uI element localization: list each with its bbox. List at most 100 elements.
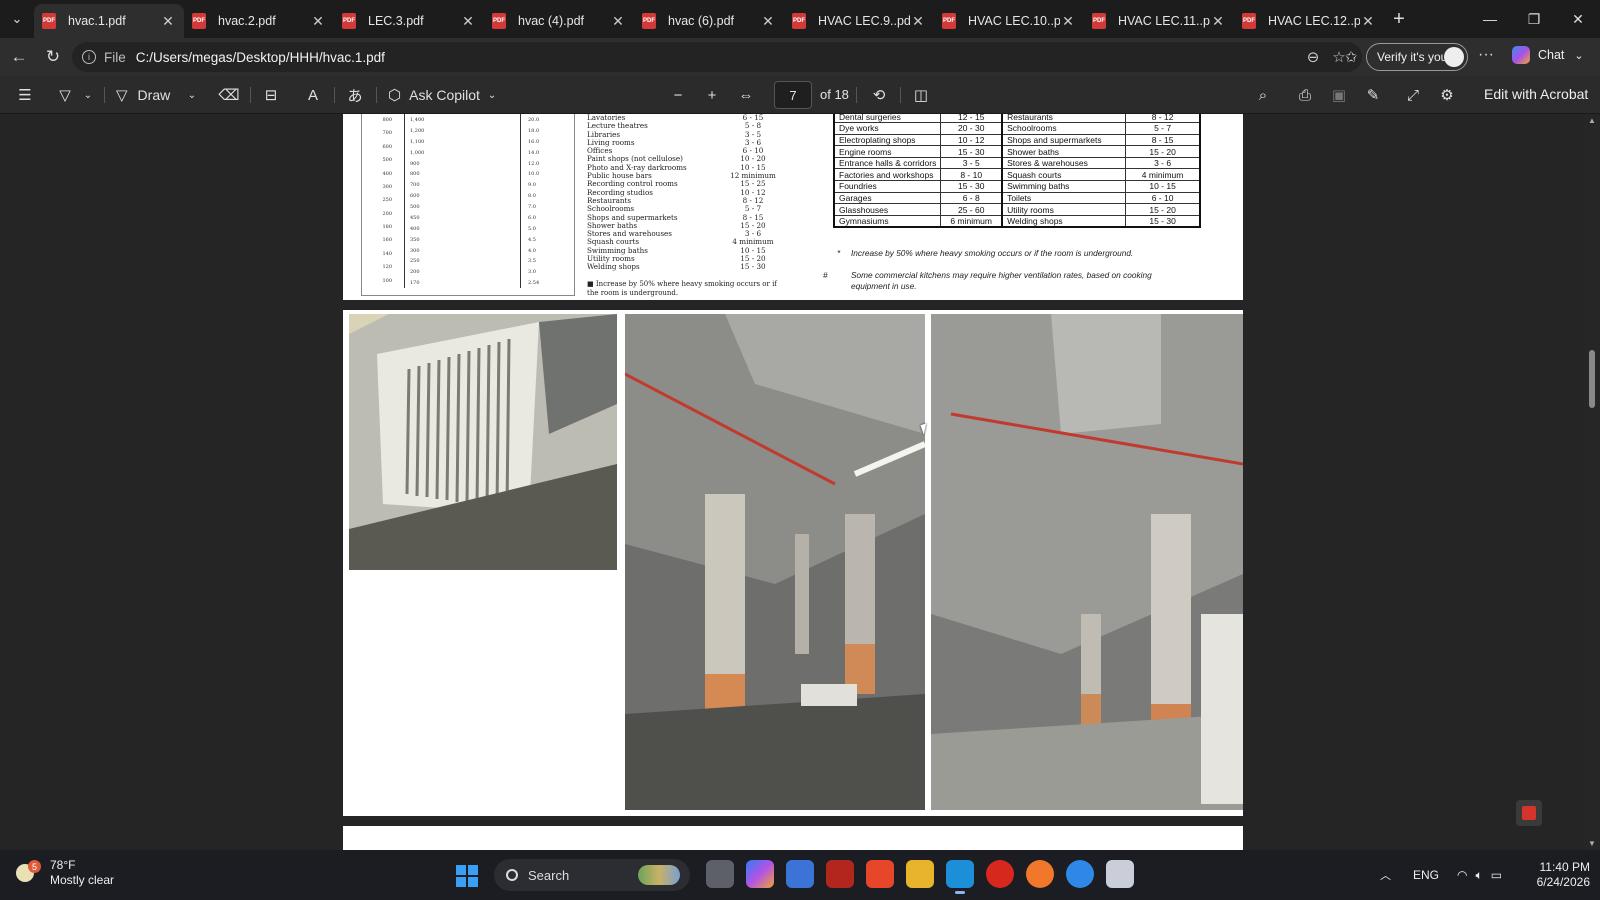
anydesk-app-icon[interactable] xyxy=(866,860,894,888)
tray-overflow-chevron-icon[interactable]: ︿ xyxy=(1380,867,1391,883)
ask-copilot-button[interactable]: ⬡ Ask Copilot ⌄ xyxy=(388,76,506,114)
media-app-icon[interactable] xyxy=(826,860,854,888)
snipping-tool-icon[interactable] xyxy=(1106,860,1134,888)
wifi-icon[interactable]: ◠ xyxy=(1457,868,1467,882)
scale-tick: 2.54 xyxy=(528,280,540,287)
scroll-down-arrow-icon[interactable]: ▼ xyxy=(1588,839,1596,848)
edge-browser-icon[interactable] xyxy=(946,860,974,894)
opera-browser-icon[interactable] xyxy=(986,860,1014,888)
nomogram-left-scale: 800 700 600 500 400 300 250 200 180 160 140 120 100 xyxy=(370,116,392,290)
draw-options-chevron-icon[interactable]: ⌄ xyxy=(184,76,200,114)
close-tab-icon[interactable]: ✕ xyxy=(460,13,476,30)
chevron-down-icon: ⌄ xyxy=(1574,49,1584,62)
tab-5[interactable]: PDF hvac (6).pdf ✕ xyxy=(634,4,784,38)
refresh-button[interactable]: ↻ xyxy=(36,40,70,74)
table-cell: Garages xyxy=(833,191,942,205)
print-icon[interactable]: ⎙ xyxy=(1292,76,1318,114)
pdf-file-icon: PDF xyxy=(492,13,506,29)
toolbar-divider xyxy=(104,87,105,103)
contents-list-icon[interactable]: ☰ xyxy=(12,76,38,114)
url-text[interactable]: C:/Users/megas/Desktop/HHH/hvac.1.pdf xyxy=(136,50,1300,65)
tab-actions-menu-button[interactable]: ⌄ xyxy=(0,0,34,38)
table-cell: 15 - 20 xyxy=(1125,145,1201,158)
verify-profile-button[interactable]: Verify it's you xyxy=(1366,43,1468,71)
page-view-icon[interactable]: ◫ xyxy=(908,76,934,114)
copilot-app-icon[interactable] xyxy=(746,860,774,888)
firefox-browser-icon[interactable] xyxy=(1026,860,1054,888)
file-explorer-icon[interactable] xyxy=(906,860,934,888)
close-tab-icon[interactable]: ✕ xyxy=(1210,13,1226,30)
scroll-up-arrow-icon[interactable]: ▲ xyxy=(1588,116,1596,125)
save-as-icon[interactable]: ✎ xyxy=(1360,76,1386,114)
draw-button[interactable]: ▽ Draw xyxy=(116,76,186,114)
close-tab-icon[interactable]: ✕ xyxy=(1360,13,1376,30)
restore-button[interactable]: ❐ xyxy=(1512,0,1556,38)
close-tab-icon[interactable]: ✕ xyxy=(910,13,926,30)
fullscreen-icon[interactable]: ⤢ xyxy=(1400,76,1426,114)
store-app-icon[interactable] xyxy=(786,860,814,888)
read-aloud-icon[interactable]: A xyxy=(300,76,326,114)
highlight-icon[interactable]: ▽ xyxy=(52,76,78,114)
tab-3[interactable]: PDF LEC.3.pdf ✕ xyxy=(334,4,484,38)
scale-tick: 9.0 xyxy=(528,182,536,189)
language-indicator[interactable]: ENG xyxy=(1413,868,1439,882)
highlight-options-chevron-icon[interactable]: ⌄ xyxy=(80,76,96,114)
minimize-button[interactable]: — xyxy=(1468,0,1512,38)
close-tab-icon[interactable]: ✕ xyxy=(610,13,626,30)
tab-6[interactable]: PDF HVAC LEC.9..pdf ✕ xyxy=(784,4,934,38)
back-button[interactable]: ← xyxy=(2,40,36,74)
zoom-out-button[interactable]: − xyxy=(666,76,690,114)
scale-tick: 5.0 xyxy=(528,225,536,232)
copilot-chat-button[interactable]: Chat ⌄ xyxy=(1512,46,1584,64)
taskbar-clock[interactable]: 11:40 PM 6/24/2026 xyxy=(1526,860,1590,890)
scale-tick: 18.0 xyxy=(528,127,540,134)
page-number-input[interactable]: 7 xyxy=(774,81,812,109)
table-cell: Restaurants xyxy=(1001,114,1127,124)
nomogram-right-scale: 20.0 18.0 16.0 14.0 12.0 10.0 9.0 8.0 7.0 6.0 5.0 4… xyxy=(528,116,558,290)
close-tab-icon[interactable]: ✕ xyxy=(160,13,176,30)
help-app-icon[interactable] xyxy=(1066,860,1094,888)
eraser-icon[interactable]: ⌫ xyxy=(216,76,242,114)
taskbar-search-box[interactable]: Search xyxy=(494,859,690,891)
close-tab-icon[interactable]: ✕ xyxy=(1060,13,1076,30)
table-cell: 6 - 8 xyxy=(940,191,1004,205)
weather-widget[interactable]: 5 78°F Mostly clear xyxy=(16,858,114,888)
settings-gear-icon[interactable]: ⚙ xyxy=(1434,76,1460,114)
start-windows-icon[interactable] xyxy=(456,865,478,887)
find-search-icon[interactable]: ⌕ xyxy=(1250,76,1276,114)
battery-icon[interactable]: ▭ xyxy=(1491,868,1502,882)
tab-1[interactable]: PDF hvac.1.pdf ✕ xyxy=(34,4,184,38)
vertical-scrollbar[interactable]: ▲ ▼ xyxy=(1584,114,1600,850)
fit-to-width-icon[interactable]: ⇔ xyxy=(734,76,758,114)
scale-tick: 600 xyxy=(410,193,420,200)
favorites-button[interactable]: ✩ xyxy=(1334,40,1368,74)
text-box-icon[interactable]: ⊟ xyxy=(258,76,284,114)
scale-tick: 250 xyxy=(382,197,392,204)
pdf-viewer-area[interactable]: 800 700 600 500 400 300 250 200 180 160 140 120 100 … xyxy=(0,114,1600,850)
volume-icon[interactable]: 🔈︎ xyxy=(1476,868,1483,883)
tab-7[interactable]: PDF HVAC LEC.10..pdf✕ xyxy=(934,4,1084,38)
scale-tick: 6.0 xyxy=(528,214,536,221)
more-options-icon[interactable]: ··· xyxy=(1478,46,1494,64)
new-tab-button[interactable]: + xyxy=(1384,8,1414,31)
zoom-icon[interactable]: ⊖ xyxy=(1300,48,1326,66)
close-tab-icon[interactable]: ✕ xyxy=(310,13,326,30)
translate-icon[interactable]: あ xyxy=(342,76,368,114)
address-bar[interactable]: i File C:/Users/megas/Desktop/HHH/hvac.1… xyxy=(72,42,1362,72)
tab-2[interactable]: PDF hvac.2.pdf ✕ xyxy=(184,4,334,38)
rotate-icon[interactable]: ⟲ xyxy=(866,76,892,114)
tab-9[interactable]: PDF HVAC LEC.12..pdf✕ xyxy=(1234,4,1384,38)
tab-8[interactable]: PDF HVAC LEC.11..pdf✕ xyxy=(1084,4,1234,38)
acrobat-float-button[interactable] xyxy=(1516,800,1542,826)
close-tab-icon[interactable]: ✕ xyxy=(760,13,776,30)
edit-with-acrobat-button[interactable]: Edit with Acrobat xyxy=(1484,86,1588,102)
info-icon[interactable]: i xyxy=(82,50,96,64)
tab-4[interactable]: PDF hvac (4).pdf ✕ xyxy=(484,4,634,38)
copilot-outline-icon: ⬡ xyxy=(388,87,402,104)
close-window-button[interactable]: ✕ xyxy=(1556,0,1600,38)
scrollbar-thumb[interactable] xyxy=(1589,350,1595,408)
save-icon[interactable]: ▣ xyxy=(1326,76,1352,114)
zoom-in-button[interactable]: + xyxy=(700,76,724,114)
pdf-file-icon: PDF xyxy=(42,13,56,29)
task-view-icon[interactable] xyxy=(706,860,734,888)
